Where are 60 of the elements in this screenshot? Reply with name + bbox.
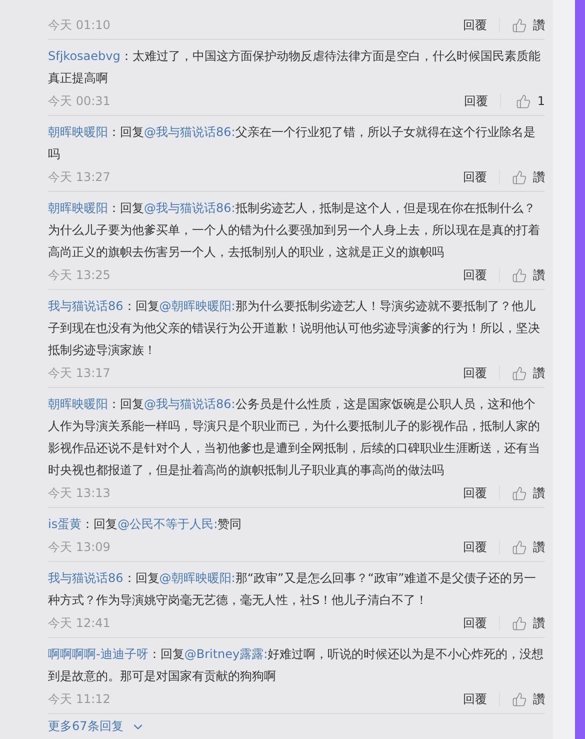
comment-time: 今天 13:25: [48, 266, 112, 284]
mention-link[interactable]: @朝晖映暖阳:: [159, 299, 236, 313]
like-button[interactable]: 1: [513, 94, 545, 108]
reply-link[interactable]: 回覆: [463, 266, 487, 284]
comment-text: Sfjkosaebvg：太难过了，中国这方面保护动物反虐待法律方面是空白，什么时候国民素质能真正提高啊: [48, 48, 542, 87]
reply-link[interactable]: 回覆: [463, 614, 487, 632]
thumbs-up-icon: [512, 616, 527, 630]
mention-link[interactable]: @我与猫说话86:: [144, 201, 236, 215]
comment-text: 啊啊啊啊-迪迪子呀：回复@Britney露露:好难过啊，听说的时候还以为是不小心炸死的，没想到是故意的。那可是对国家有贡献的狗狗啊: [48, 646, 545, 685]
like-button[interactable]: 讚: [512, 266, 545, 284]
reply-link[interactable]: 回覆: [463, 16, 487, 34]
author-link[interactable]: 朝晖映暖阳: [48, 201, 108, 215]
mention-link[interactable]: @Britney露露:: [184, 647, 268, 661]
mention-link[interactable]: @公民不等于人民:: [118, 517, 218, 531]
like-button[interactable]: 讚: [512, 538, 545, 556]
comment-text: 我与猫说话86：回复@朝晖映暖阳:那“政审”又是怎么回事？“政审”难道不是父债子还的另一种方式？作为导演姚守岗毫无艺德，毫无人性，社S！他儿子清白不了！: [48, 570, 538, 609]
like-button[interactable]: 讚: [512, 364, 545, 382]
like-button[interactable]: 讚: [512, 16, 545, 34]
comment-time: 今天 00:31: [48, 92, 112, 110]
comment-text: is蛋黄：回复@公民不等于人民:赞同: [48, 516, 243, 533]
author-link[interactable]: 朝晖映暖阳: [48, 397, 108, 411]
like-button[interactable]: 讚: [512, 484, 545, 502]
author-link[interactable]: is蛋黄: [48, 517, 82, 531]
thumbs-up-icon: [516, 94, 532, 108]
thumbs-up-icon: [512, 692, 527, 706]
like-button[interactable]: 讚: [512, 690, 545, 708]
mention-link[interactable]: @朝晖映暖阳:: [159, 571, 236, 585]
author-link[interactable]: Sfjkosaebvg: [48, 49, 120, 63]
comment-text: 我与猫说话86：回复@朝晖映暖阳:那为什么要抵制劣迹艺人！导演劣迹就不要抵制了？他儿子到现在也没有为他父亲的错误行为公开道歉！说明他认可他劣迹导演爹的行为！所以，坚决抵制劣迹导演家族！: [48, 298, 541, 359]
mention-link[interactable]: @我与猫说话86:: [144, 125, 236, 139]
comment-text: 朝晖映暖阳：回复@我与猫说话86:公务员是什么性质，这是国家饭碗是公职人员，这和他个人作为导演关系能一样吗，导演只是个职业而已，为什么要抵制儿子的影视作品，抵制人家的影视作品还说不是针对个人，当初他爹也是遭到全网抵制，后续的口碑职业生涯断送，还有当时央视也都报道了，但是扯着高尚的旗帜抵制儿子职业真的事高尚的做法吗: [48, 396, 541, 479]
thumbs-up-icon: [512, 486, 527, 500]
comment-time: 今天 11:12: [48, 690, 112, 708]
comment-time: 今天 13:17: [48, 364, 112, 382]
comment-time: 今天 13:27: [48, 168, 112, 186]
author-link[interactable]: 我与猫说话86: [48, 299, 124, 313]
thumbs-up-icon: [512, 366, 527, 380]
comment-time: 今天 13:13: [48, 484, 112, 502]
comment-time: 今天 13:09: [48, 538, 112, 556]
reply-link[interactable]: 回覆: [464, 92, 488, 110]
author-link[interactable]: 我与猫说话86: [48, 571, 124, 585]
comment-text: 朝晖映暖阳：回复@我与猫说话86:父亲在一个行业犯了错，所以子女就得在这个行业除名是吗: [48, 124, 536, 163]
reply-link[interactable]: 回覆: [463, 168, 487, 186]
thumbs-up-icon: [512, 268, 527, 282]
like-button[interactable]: 讚: [512, 614, 545, 632]
reply-link[interactable]: 回覆: [463, 690, 487, 708]
thumbs-up-icon: [512, 18, 527, 32]
reply-link[interactable]: 回覆: [463, 364, 487, 382]
author-link[interactable]: 朝晖映暖阳: [48, 125, 108, 139]
comment-time: 今天 12:41: [48, 614, 112, 632]
comment-text: 朝晖映暖阳：回复@我与猫说话86:抵制劣迹艺人，抵制是这个人，但是现在你在抵制什么？为什么儿子要为他爹买单，一个人的错为什么要强加到另一个人身上去，所以现在是真的打着高尚正义的旗帜去伤害另一个人，去抵制别人的职业，这就是正义的旗帜吗: [48, 200, 541, 261]
mention-link[interactable]: @我与猫说话86:: [144, 397, 236, 411]
reply-link[interactable]: 回覆: [463, 484, 487, 502]
like-button[interactable]: 讚: [512, 168, 545, 186]
thumbs-up-icon: [512, 540, 527, 554]
comment-time: 今天 01:10: [48, 16, 112, 34]
thumbs-up-icon: [512, 170, 527, 184]
author-link[interactable]: 啊啊啊啊-迪迪子呀: [48, 647, 148, 661]
more-replies-link[interactable]: 更多67条回复: [48, 718, 146, 735]
reply-link[interactable]: 回覆: [463, 538, 487, 556]
